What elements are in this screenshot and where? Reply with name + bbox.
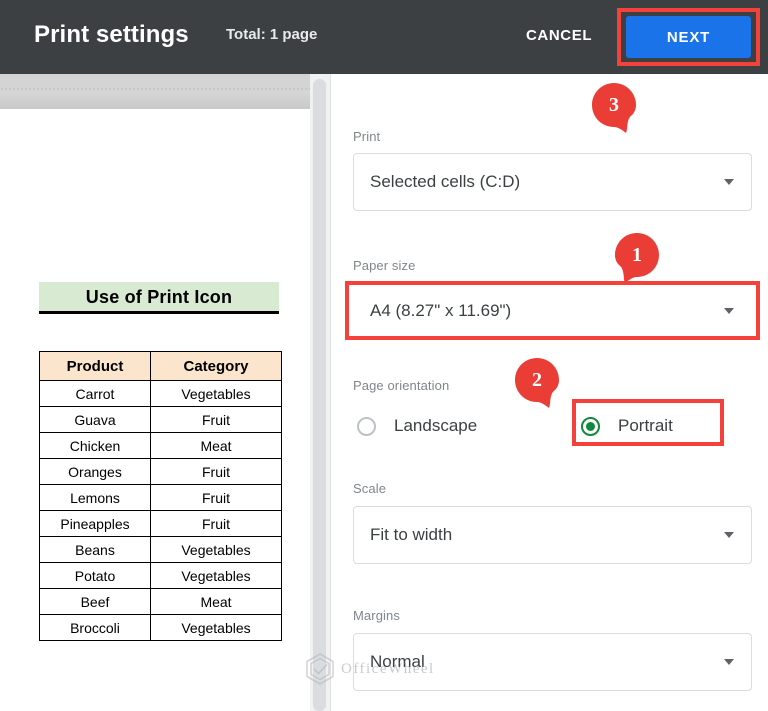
callout-badge-1: 1	[615, 233, 659, 277]
margins-value: Normal	[370, 652, 425, 672]
callout-badge-3-number: 3	[592, 83, 636, 127]
print-range-select[interactable]: Selected cells (C:D)	[353, 153, 752, 211]
print-preview-pane: Use of Print Icon Product Category Carro…	[0, 74, 330, 711]
page-title: Print settings	[34, 21, 189, 49]
column-header-category: Category	[151, 352, 282, 381]
print-range-label: Print	[353, 129, 380, 144]
cell-product: Broccoli	[40, 615, 151, 641]
scale-select[interactable]: Fit to width	[353, 506, 752, 564]
cell-category: Vegetables	[151, 615, 282, 641]
table-header-row: Product Category	[40, 352, 282, 381]
chevron-down-icon	[724, 532, 734, 538]
preview-band-dots	[0, 87, 310, 91]
callout-badge-1-number: 1	[615, 233, 659, 277]
cell-category: Fruit	[151, 511, 282, 537]
table-row: Chicken Meat	[40, 433, 282, 459]
cell-product: Beef	[40, 589, 151, 615]
cell-category: Fruit	[151, 407, 282, 433]
scale-value: Fit to width	[370, 525, 452, 545]
cell-product: Oranges	[40, 459, 151, 485]
preview-page: Use of Print Icon Product Category Carro…	[0, 109, 310, 711]
print-settings-header: Print settings Total: 1 page CANCEL NEXT	[0, 0, 768, 74]
preview-top-band	[0, 74, 310, 109]
cell-category: Vegetables	[151, 563, 282, 589]
paper-size-select[interactable]: A4 (8.27" x 11.69")	[353, 286, 752, 335]
radio-landscape-label: Landscape	[394, 416, 477, 436]
chevron-down-icon	[724, 659, 734, 665]
callout-badge-2: 2	[515, 358, 559, 402]
radio-selected-icon	[581, 417, 600, 436]
print-range-value: Selected cells (C:D)	[370, 172, 520, 192]
cell-category: Vegetables	[151, 381, 282, 407]
cell-product: Lemons	[40, 485, 151, 511]
table-row: Guava Fruit	[40, 407, 282, 433]
radio-portrait-label: Portrait	[618, 416, 673, 436]
scale-label: Scale	[353, 481, 386, 496]
sheet-title: Use of Print Icon	[39, 282, 279, 314]
table-row: Carrot Vegetables	[40, 381, 282, 407]
table-row: Beans Vegetables	[40, 537, 282, 563]
radio-unselected-icon	[357, 417, 376, 436]
table-row: Lemons Fruit	[40, 485, 282, 511]
cell-product: Potato	[40, 563, 151, 589]
chevron-down-icon	[724, 179, 734, 185]
column-header-product: Product	[40, 352, 151, 381]
next-button[interactable]: NEXT	[626, 16, 751, 58]
cell-product: Guava	[40, 407, 151, 433]
table-row: Broccoli Vegetables	[40, 615, 282, 641]
cell-category: Meat	[151, 433, 282, 459]
cell-product: Carrot	[40, 381, 151, 407]
paper-size-label: Paper size	[353, 258, 415, 273]
chevron-down-icon	[724, 308, 734, 314]
radio-portrait[interactable]: Portrait	[581, 407, 673, 445]
cell-product: Pineapples	[40, 511, 151, 537]
next-button-highlight: NEXT	[617, 8, 760, 66]
cell-category: Vegetables	[151, 537, 282, 563]
margins-label: Margins	[353, 608, 400, 623]
page-orientation-label: Page orientation	[353, 378, 449, 393]
margins-select[interactable]: Normal	[353, 633, 752, 691]
preview-scrollbar-thumb[interactable]	[313, 79, 326, 711]
cell-product: Chicken	[40, 433, 151, 459]
cell-category: Fruit	[151, 459, 282, 485]
cell-category: Fruit	[151, 485, 282, 511]
table-row: Oranges Fruit	[40, 459, 282, 485]
radio-landscape[interactable]: Landscape	[357, 407, 477, 445]
cell-product: Beans	[40, 537, 151, 563]
table-row: Beef Meat	[40, 589, 282, 615]
cancel-button[interactable]: CANCEL	[520, 24, 598, 47]
paper-size-value: A4 (8.27" x 11.69")	[370, 301, 511, 321]
cell-category: Meat	[151, 589, 282, 615]
preview-data-table: Product Category Carrot Vegetables Guava…	[39, 351, 282, 641]
total-pages-label: Total: 1 page	[226, 26, 317, 43]
table-row: Potato Vegetables	[40, 563, 282, 589]
callout-badge-3: 3	[592, 83, 636, 127]
callout-badge-2-number: 2	[515, 358, 559, 402]
table-row: Pineapples Fruit	[40, 511, 282, 537]
